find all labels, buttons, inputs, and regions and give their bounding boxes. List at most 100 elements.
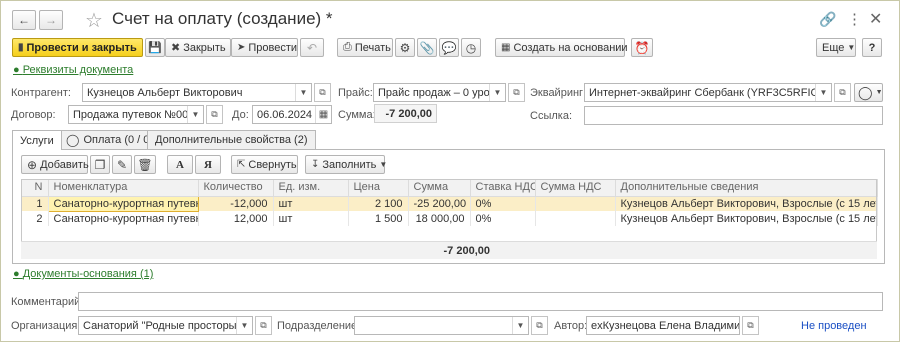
attachments-button[interactable]: 📎 [417,38,437,57]
price-open-button[interactable]: ⧉ [508,83,525,102]
forward-button[interactable]: → [39,10,63,30]
discussion-button[interactable]: 💬 [439,38,459,57]
section-requisites[interactable]: ● Реквизиты документа [13,64,133,76]
col-header-unit[interactable]: Ед. изм. [273,179,349,197]
collapse-button[interactable]: ⇱ Свернуть [231,155,298,174]
cell-sum[interactable]: 18 000,00 [408,211,471,226]
cell-qty[interactable]: -12,000 [198,196,274,211]
add-label: Добавить [40,158,89,171]
section-basis-docs[interactable]: ● Документы-основания (1) [13,268,153,280]
cell-price[interactable]: 1 500 [348,211,409,226]
organization-value: Санаторий "Родные просторы" [83,319,236,332]
circle-icon: ◯ [858,84,873,100]
create-based-label: Создать на основании [513,41,628,54]
font-a-label: А [176,158,184,171]
table-row[interactable]: 2 Санаторно-курортная путевка 12,000 шт … [21,211,878,226]
cell-vat-rate[interactable]: 0% [470,196,536,211]
cell-info[interactable]: Кузнецов Альберт Викторович, Взрослые (с… [615,211,878,226]
counterparty-open-button[interactable]: ⧉ [314,83,331,102]
col-header-n[interactable]: N [21,179,49,197]
help-button[interactable]: ? [862,38,882,57]
tab-services[interactable]: Услуги [12,130,62,150]
save-button[interactable]: 💾 [145,38,165,57]
print-button[interactable]: ⎙ Печать [337,38,393,57]
tab-payment[interactable]: ◯ Оплата (0 / 0) [58,130,162,149]
division-open-button[interactable]: ⧉ [531,316,548,335]
col-header-vat-rate[interactable]: Ставка НДС [470,179,536,197]
edit-row-button[interactable]: ✎ [112,155,132,174]
contract-field[interactable]: Продажа путевок №000029 ▼ [68,105,204,124]
division-field[interactable]: ▼ [354,316,529,335]
cell-item[interactable]: Санаторно-курортная путевка [48,211,199,226]
post-label: Провести [248,41,298,54]
col-header-sum[interactable]: Сумма [408,179,471,197]
chevron-down-icon[interactable]: ▼ [187,106,203,123]
sum-label: Сумма: [338,109,376,121]
print-label: Печать [354,41,391,54]
acquiring-open-button[interactable]: ⧉ [834,83,851,102]
col-header-qty[interactable]: Количество [198,179,274,197]
cell-unit[interactable]: шт [273,196,349,211]
cell-vat-sum[interactable] [535,211,616,226]
delete-row-button[interactable]: 🗑 [134,155,156,174]
acquiring-status-button[interactable]: ◯ ▼ [854,83,883,102]
chevron-down-icon[interactable]: ▼ [236,317,252,334]
font-a-button[interactable]: А [167,155,193,174]
calendar-icon[interactable]: ▦ [315,106,331,123]
col-header-price[interactable]: Цена [348,179,409,197]
price-field[interactable]: Прайс продаж – 0 уровен ▼ [373,83,506,102]
star-icon[interactable]: ☆ [85,8,103,33]
cell-vat-rate[interactable]: 0% [470,211,536,226]
settings-button[interactable]: ⚙ [395,38,415,57]
create-based-button[interactable]: ▦ Создать на основании ▼ [495,38,639,57]
comment-field[interactable] [78,292,883,311]
post-button[interactable]: ➤ Провести [231,38,298,57]
organization-field[interactable]: Санаторий "Родные просторы" ▼ [78,316,253,335]
contract-open-button[interactable]: ⧉ [206,105,223,124]
cell-sum[interactable]: -25 200,00 [408,196,471,211]
copy-row-button[interactable]: ❐ [90,155,110,174]
cell-price[interactable]: 2 100 [348,196,409,211]
fill-button[interactable]: ↧ Заполнить ▼ [305,155,387,174]
organization-open-button[interactable]: ⧉ [255,316,272,335]
cell-unit[interactable]: шт [273,211,349,226]
author-field[interactable]: exКузнецова Елена Владимировна [586,316,740,335]
table-row[interactable]: 1 Санаторно-курортная путевка -12,000 шт… [21,195,878,212]
close-x-icon: ✖ [171,42,181,54]
table-header: N Номенклатура Количество Ед. изм. Цена … [21,179,878,197]
back-button[interactable]: ← [12,10,36,30]
fill-label: Заполнить [322,158,377,171]
chevron-down-icon[interactable]: ▼ [815,84,831,101]
acquiring-label: Эквайринг: [530,87,587,99]
chevron-down-icon[interactable]: ▼ [295,84,311,101]
cell-qty[interactable]: 12,000 [198,211,274,226]
acquiring-field[interactable]: Интернет-эквайринг Сбербанк (YRF3C5RFICW… [584,83,832,102]
copy-icon: ❐ [94,157,106,172]
chevron-down-icon[interactable]: ▼ [512,317,528,334]
col-header-item[interactable]: Номенклатура [48,179,199,197]
link-icon[interactable]: 🔗 [819,11,836,28]
tab-additional-properties[interactable]: Дополнительные свойства (2) [147,130,316,149]
more-button[interactable]: Еще ▼ [816,38,856,57]
date-field[interactable]: 06.06.2024 ▦ [252,105,332,124]
link-field[interactable] [584,106,883,125]
author-open-button[interactable]: ⧉ [742,316,759,335]
cell-info[interactable]: Кузнецов Альберт Викторович, Взрослые (с… [615,196,878,211]
post-and-close-button[interactable]: ▮ Провести и закрыть [12,38,143,57]
counterparty-field[interactable]: Кузнецов Альберт Викторович ▼ [82,83,312,102]
more-vertical-icon[interactable]: ⋮ [847,10,862,28]
history-button[interactable]: ◷ [461,38,481,57]
bullet-icon: ● [13,268,23,280]
cell-item[interactable]: Санаторно-курортная путевка [47,195,199,212]
cell-vat-sum[interactable] [535,196,616,211]
document-window: ← → ☆ Счет на оплату (создание) * 🔗 ⋮ ✕ … [0,0,900,342]
close-icon[interactable]: ✕ [869,9,882,29]
col-header-vat-sum[interactable]: Сумма НДС [535,179,616,197]
add-row-button[interactable]: ⊕ Добавить [21,155,89,174]
undo-post-button[interactable]: ↶ [300,38,324,57]
close-button[interactable]: ✖ Закрыть [165,38,231,57]
col-header-info[interactable]: Дополнительные сведения [615,179,878,197]
reminder-button[interactable]: ⏰ [631,38,653,57]
font-ya-button[interactable]: Я [195,155,221,174]
chevron-down-icon[interactable]: ▼ [489,84,505,101]
